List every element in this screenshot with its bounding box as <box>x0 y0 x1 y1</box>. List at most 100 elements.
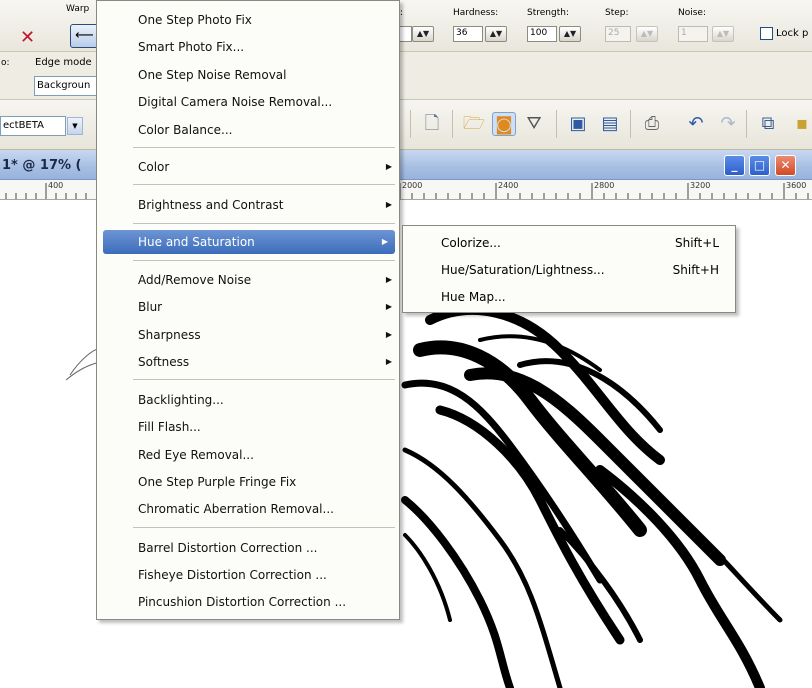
new-document-icon[interactable]: 🗋 <box>420 112 444 136</box>
menu-separator <box>133 184 395 185</box>
menu-item-label: Blur <box>138 300 163 314</box>
menu-item-label: One Step Photo Fix <box>138 13 252 27</box>
size-spinner[interactable]: ▲▼ <box>412 26 434 42</box>
scan-icon[interactable]: ⛛ <box>522 112 546 136</box>
submenu-item-label: Colorize... <box>441 236 501 250</box>
submenu-arrow-icon: ▶ <box>385 302 392 311</box>
menu-item-label: Digital Camera Noise Removal... <box>138 95 333 109</box>
menu-item-digital-camera-noise-removal[interactable]: Digital Camera Noise Removal... <box>97 90 399 114</box>
menu-item-add-remove-noise[interactable]: Add/Remove Noise ▶ <box>97 268 399 292</box>
window-icon[interactable]: ⧉ <box>756 112 780 136</box>
submenu-arrow-icon: ▶ <box>385 330 392 339</box>
step-field[interactable]: 25 <box>605 26 631 42</box>
menu-item-label: Sharpness <box>138 328 201 342</box>
lock-checkbox[interactable] <box>760 27 773 40</box>
menu-item-chromatic-aberration-removal[interactable]: Chromatic Aberration Removal... <box>97 497 399 521</box>
lock-label: Lock p <box>776 28 809 39</box>
menu-item-blur[interactable]: Blur ▶ <box>97 295 399 319</box>
submenu-arrow-icon: ▶ <box>385 200 392 209</box>
open-folder-icon[interactable]: 🗁 <box>462 112 486 136</box>
browse-icon[interactable]: ◙ <box>492 112 516 136</box>
menu-item-hue-and-saturation[interactable]: Hue and Saturation ▶ <box>103 230 395 254</box>
close-window-button[interactable]: ✕ <box>775 155 796 176</box>
hardness-spinner[interactable]: ▲▼ <box>485 26 507 42</box>
submenu-item-colorize[interactable]: Colorize... Shift+L <box>403 231 735 255</box>
strength-spinner[interactable]: ▲▼ <box>559 26 581 42</box>
menu-item-label: Smart Photo Fix... <box>138 40 245 54</box>
edge-mode-label: Edge mode <box>35 57 92 68</box>
toolbar-separator <box>452 110 453 138</box>
menu-item-brightness-and-contrast[interactable]: Brightness and Contrast ▶ <box>97 193 399 217</box>
step-spinner[interactable]: ▲▼ <box>636 26 658 42</box>
menu-item-label: Fill Flash... <box>138 420 201 434</box>
save-icon[interactable]: ▣ <box>566 112 590 136</box>
menu-item-one-step-photo-fix[interactable]: One Step Photo Fix <box>97 8 399 32</box>
toolbar-separator <box>556 110 557 138</box>
menu-item-barrel-distortion-correction[interactable]: Barrel Distortion Correction ... <box>97 536 399 560</box>
print-icon[interactable]: ⎙ <box>640 112 664 136</box>
menu-item-label: One Step Noise Removal <box>138 68 287 82</box>
menu-item-label: Hue and Saturation <box>138 235 255 249</box>
menu-item-label: One Step Purple Fringe Fix <box>138 475 297 489</box>
menu-item-one-step-noise-removal[interactable]: One Step Noise Removal <box>97 63 399 87</box>
save-as-icon[interactable]: ▤ <box>598 112 622 136</box>
undo-icon[interactable]: ↶ <box>684 112 708 136</box>
menu-item-backlighting[interactable]: Backlighting... <box>97 388 399 412</box>
noise-spinner[interactable]: ▲▼ <box>712 26 734 42</box>
menu-item-softness[interactable]: Softness ▶ <box>97 350 399 374</box>
strength-label: Strength: <box>527 8 569 18</box>
menu-item-purple-fringe-fix[interactable]: One Step Purple Fringe Fix <box>97 470 399 494</box>
menu-item-fill-flash[interactable]: Fill Flash... <box>97 415 399 439</box>
warp-arrow-icon: ⟵ <box>75 28 94 43</box>
submenu-arrow-icon: ▶ <box>385 275 392 284</box>
toolbar-separator <box>746 110 747 138</box>
menu-item-color-balance[interactable]: Color Balance... <box>97 118 399 142</box>
menu-item-label: Color Balance... <box>138 123 233 137</box>
menu-separator <box>133 147 395 148</box>
menu-item-label: Softness <box>138 355 190 369</box>
menu-item-label: Chromatic Aberration Removal... <box>138 502 334 516</box>
submenu-item-hue-saturation-lightness[interactable]: Hue/Saturation/Lightness... Shift+H <box>403 258 735 282</box>
submenu-item-label: Hue Map... <box>441 290 506 304</box>
noise-label: Noise: <box>678 8 706 18</box>
hardness-label: Hardness: <box>453 8 499 18</box>
ruler-label: 2400 <box>498 181 519 190</box>
submenu-item-hue-map[interactable]: Hue Map... <box>403 285 735 309</box>
menu-separator <box>133 527 395 528</box>
noise-field[interactable]: 1 <box>678 26 708 42</box>
submenu-arrow-icon: ▶ <box>385 162 392 171</box>
ruler-label: 2000 <box>402 181 423 190</box>
toolbar-separator <box>630 110 631 138</box>
toolbar-separator <box>410 110 411 138</box>
menu-item-label: Backlighting... <box>138 393 224 407</box>
menu-item-color[interactable]: Color ▶ <box>97 155 399 179</box>
options-label-fragment: o: <box>1 58 10 68</box>
menu-separator <box>133 379 395 380</box>
hardness-field[interactable]: 36 <box>453 26 483 42</box>
preset-dropdown[interactable]: ectBETA <box>0 116 66 136</box>
maximize-button[interactable]: □ <box>749 155 770 176</box>
menu-item-label: Pincushion Distortion Correction ... <box>138 595 347 609</box>
hue-and-saturation-submenu: Colorize... Shift+L Hue/Saturation/Lightn… <box>402 225 736 313</box>
close-icon[interactable]: ✕ <box>20 27 35 48</box>
menu-item-fisheye-distortion-correction[interactable]: Fisheye Distortion Correction ... <box>97 563 399 587</box>
edge-mode-dropdown[interactable]: Backgroun <box>34 76 98 96</box>
toolbar-overflow-icon[interactable]: ▪ <box>790 112 812 136</box>
ruler-label: 3200 <box>690 181 711 190</box>
menu-item-smart-photo-fix[interactable]: Smart Photo Fix... <box>97 35 399 59</box>
minimize-button[interactable]: _ <box>724 155 745 176</box>
ruler-label: 3600 <box>786 181 807 190</box>
redo-icon[interactable]: ↷ <box>716 112 740 136</box>
shortcut-label: Shift+H <box>672 263 719 277</box>
minimize-icon: _ <box>731 158 738 172</box>
menu-item-pincushion-distortion-correction[interactable]: Pincushion Distortion Correction ... <box>97 590 399 614</box>
menu-item-label: Fisheye Distortion Correction ... <box>138 568 327 582</box>
menu-item-sharpness[interactable]: Sharpness ▶ <box>97 323 399 347</box>
preset-dropdown-arrow[interactable]: ▼ <box>67 117 83 135</box>
shortcut-label: Shift+L <box>674 236 719 250</box>
menu-item-red-eye-removal[interactable]: Red Eye Removal... <box>97 443 399 467</box>
strength-field[interactable]: 100 <box>527 26 557 42</box>
adjust-menu: One Step Photo Fix Smart Photo Fix... On… <box>96 0 400 620</box>
submenu-arrow-icon: ▶ <box>381 237 388 246</box>
submenu-arrow-icon: ▶ <box>385 357 392 366</box>
